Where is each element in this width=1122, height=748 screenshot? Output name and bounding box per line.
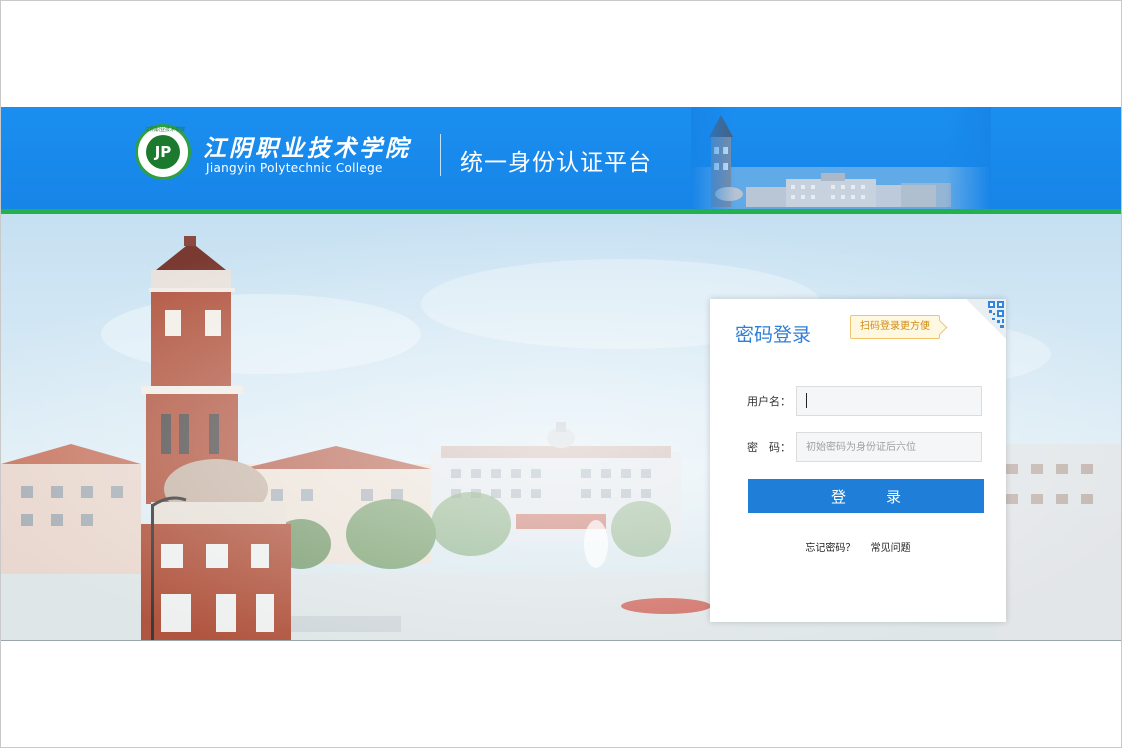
header-skyline-image (691, 107, 991, 209)
login-title: 密码登录 (735, 324, 812, 346)
help-links: 忘记密码？ 常见问题 (710, 539, 1006, 554)
school-name-en: Jiangyin Polytechnic College (206, 161, 383, 175)
qr-code-icon[interactable] (966, 299, 1006, 339)
password-label: 密 码： (747, 441, 791, 454)
qr-login-tip[interactable]: 扫码登录更方便 (850, 315, 940, 339)
login-card: 密码登录 扫码登录更方便 用户名： 密 码： 登录 忘记密码？ 常见问题 (710, 299, 1006, 622)
site-header: 江阴职业技术学院 JP 江阴职业技术学院 Jiangyin Polytechni… (1, 107, 1121, 209)
text-cursor (806, 393, 807, 408)
college-logo: 江阴职业技术学院 JP (135, 124, 191, 180)
logo-ring-text: 江阴职业技术学院 (144, 127, 185, 133)
hero-bottom-rule (1, 640, 1121, 641)
platform-title: 统一身份认证平台 (460, 150, 652, 176)
faq-link[interactable]: 常见问题 (871, 543, 911, 554)
logo-monogram: JP (146, 135, 180, 169)
username-label: 用户名： (747, 395, 791, 408)
school-name-cn: 江阴职业技术学院 (203, 135, 411, 162)
header-divider (440, 134, 441, 176)
username-input[interactable] (796, 386, 982, 416)
password-input[interactable] (796, 432, 982, 462)
login-button[interactable]: 登录 (748, 479, 984, 513)
forgot-password-link[interactable]: 忘记密码？ (805, 543, 855, 554)
